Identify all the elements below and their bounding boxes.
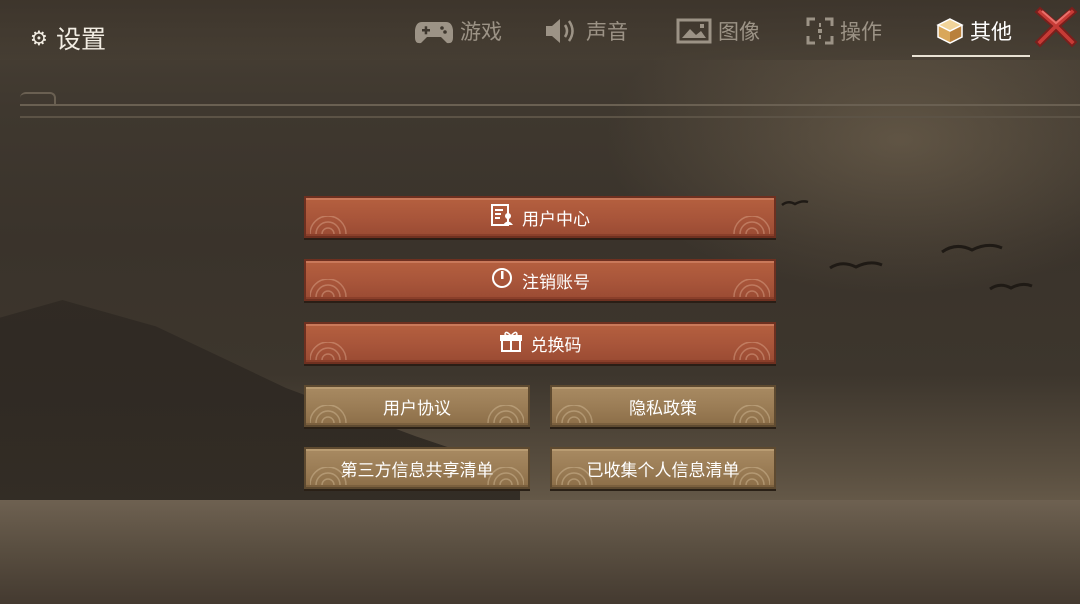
third-party-sharing-list-button[interactable]: 第三方信息共享清单 (304, 447, 530, 489)
wave-ornament (733, 216, 770, 234)
gift-icon (499, 329, 523, 358)
tab-other[interactable]: 其他 (936, 12, 1012, 50)
speaker-icon (544, 16, 580, 46)
cube-icon (936, 17, 964, 45)
bird-icon (989, 282, 1033, 291)
image-icon (676, 17, 712, 45)
user-center-label: 用户中心 (522, 209, 590, 230)
tab-other-label: 其他 (970, 20, 1012, 44)
wave-ornament (733, 405, 770, 423)
top-bar (0, 0, 1080, 60)
redeem-code-label: 兑换码 (530, 335, 582, 356)
crosshair-icon (806, 17, 834, 45)
cancel-account-button[interactable]: 注销账号 (304, 259, 776, 301)
gamepad-icon (414, 16, 454, 46)
header-divider (20, 104, 1080, 118)
wave-ornament (310, 279, 347, 297)
tab-controls-label: 操作 (840, 20, 882, 44)
user-center-button[interactable]: 用户中心 (304, 196, 776, 238)
wave-ornament (310, 216, 347, 234)
privacy-policy-label: 隐私政策 (629, 398, 697, 419)
collected-info-list-button[interactable]: 已收集个人信息清单 (550, 447, 776, 489)
tab-image-label: 图像 (718, 20, 760, 44)
user-agreement-button[interactable]: 用户协议 (304, 385, 530, 427)
collected-info-list-label: 已收集个人信息清单 (586, 460, 740, 481)
third-party-sharing-list-label: 第三方信息共享清单 (340, 460, 494, 481)
user-profile-icon (490, 203, 514, 232)
tab-sound-label: 声音 (586, 20, 628, 44)
wave-ornament (310, 342, 347, 360)
wave-ornament (556, 405, 593, 423)
wave-ornament (310, 405, 347, 423)
redeem-code-button[interactable]: 兑换码 (304, 322, 776, 364)
cancel-account-label: 注销账号 (522, 272, 590, 293)
bird-icon (781, 200, 809, 206)
water-surface (0, 500, 1080, 604)
tab-sound[interactable]: 声音 (544, 12, 628, 50)
gear-icon: ⚙ (30, 26, 48, 50)
wave-ornament (733, 342, 770, 360)
wave-ornament (487, 405, 524, 423)
bird-icon (829, 261, 883, 270)
tab-image[interactable]: 图像 (676, 12, 760, 50)
privacy-policy-button[interactable]: 隐私政策 (550, 385, 776, 427)
tab-game[interactable]: 游戏 (414, 12, 502, 50)
tab-game-label: 游戏 (460, 20, 502, 44)
close-button[interactable] (1034, 4, 1078, 48)
user-agreement-label: 用户协议 (383, 398, 451, 419)
tab-controls[interactable]: 操作 (806, 12, 882, 50)
wave-ornament (733, 279, 770, 297)
bird-icon (941, 243, 1003, 254)
close-icon (1034, 6, 1078, 48)
active-tab-indicator (912, 55, 1030, 57)
page-title-label: 设置 (55, 25, 106, 54)
page-title: ⚙ 设置 (30, 20, 106, 56)
power-icon (490, 266, 514, 295)
